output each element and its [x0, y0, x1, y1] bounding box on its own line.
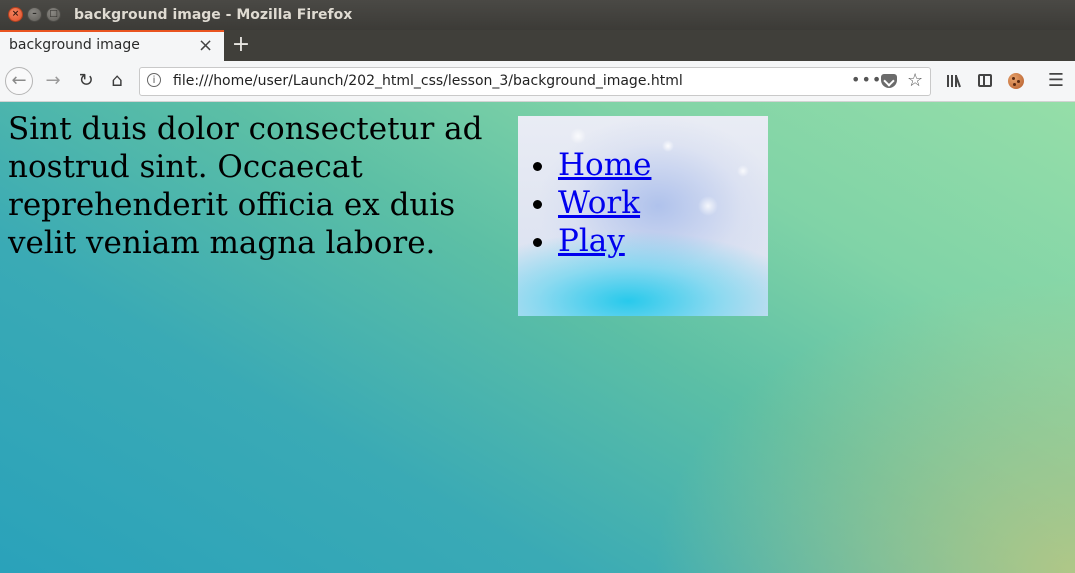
nav-link-home[interactable]: Home [558, 147, 651, 183]
new-tab-button[interactable]: + [230, 31, 252, 59]
list-item: Play [558, 222, 651, 260]
window-close-button[interactable]: × [8, 7, 23, 22]
library-icon [947, 75, 963, 88]
sidebar-icon [978, 74, 992, 87]
list-item: Work [558, 184, 651, 222]
title-bar: × – □ background image - Mozilla Firefox [0, 0, 1075, 30]
window-maximize-button[interactable]: □ [46, 7, 61, 22]
window-minimize-button[interactable]: – [27, 7, 42, 22]
nav-bar: ← → ↻ ⌂ i file:///home/user/Launch/202_h… [0, 61, 1075, 102]
tab-bar: background image × + [0, 30, 1075, 61]
menu-icon: ☰ [1047, 70, 1065, 91]
tab-background-image[interactable]: background image × [0, 30, 224, 61]
nav-link-work[interactable]: Work [558, 185, 640, 221]
list-item: Home [558, 146, 651, 184]
nav-list: Home Work Play [518, 146, 651, 260]
back-button[interactable]: ← [5, 67, 33, 95]
tab-close-icon[interactable]: × [198, 35, 213, 56]
profile-button[interactable] [1003, 67, 1029, 95]
back-icon: ← [11, 70, 27, 91]
body-paragraph: Sint duis dolor consectetur ad nostrud s… [8, 111, 483, 261]
star-icon[interactable]: ☆ [907, 70, 923, 91]
minimize-icon: – [32, 9, 37, 19]
nav-link-play[interactable]: Play [558, 223, 625, 259]
library-button[interactable] [942, 67, 968, 95]
reload-button[interactable]: ↻ [72, 67, 100, 95]
forward-button[interactable]: → [39, 67, 67, 95]
menu-button[interactable]: ☰ [1043, 67, 1069, 95]
page-actions-button[interactable]: ••• [851, 70, 882, 89]
forward-icon: → [45, 70, 61, 91]
info-icon[interactable]: i [147, 73, 161, 87]
maximize-icon: □ [49, 9, 58, 19]
pocket-icon[interactable] [881, 74, 897, 88]
tab-label: background image [9, 37, 140, 53]
url-text[interactable]: file:///home/user/Launch/202_html_css/le… [173, 73, 683, 89]
page-content: Sint duis dolor consectetur ad nostrud s… [0, 102, 1075, 573]
profile-icon [1008, 73, 1024, 89]
nav-box: Home Work Play [518, 116, 768, 316]
window-title: background image - Mozilla Firefox [74, 7, 353, 23]
home-button[interactable]: ⌂ [103, 67, 131, 95]
reload-icon: ↻ [78, 70, 94, 91]
sidebar-button[interactable] [972, 67, 998, 95]
home-icon: ⌂ [111, 70, 123, 91]
close-icon: × [11, 9, 20, 19]
url-bar[interactable]: i file:///home/user/Launch/202_html_css/… [139, 67, 931, 96]
